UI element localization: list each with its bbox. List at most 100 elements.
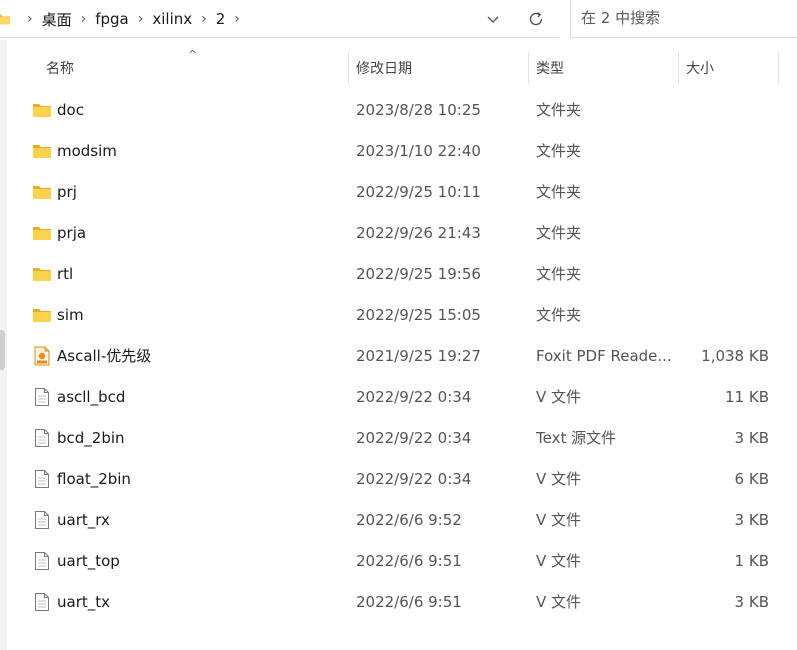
folder-icon — [0, 14, 10, 25]
file-date: 2022/9/25 10:11 — [356, 182, 481, 201]
folder-icon — [33, 185, 51, 199]
file-date: 2021/9/25 19:27 — [356, 346, 481, 365]
file-name: modsim — [57, 141, 117, 160]
column-divider[interactable] — [528, 52, 529, 84]
file-type: Text 源文件 — [536, 429, 617, 447]
breadcrumb-separator: › — [80, 11, 87, 27]
file-size: 11 KB — [725, 387, 769, 406]
file-date: 2022/9/25 15:05 — [356, 305, 481, 324]
file-type: V 文件 — [536, 470, 582, 488]
breadcrumb-separator: › — [27, 11, 33, 27]
file-row[interactable]: bcd_2bin 2022/9/22 0:34 Text 源文件 3 KB — [0, 417, 797, 458]
address-dropdown-button[interactable] — [479, 6, 507, 32]
file-name: ascll_bcd — [57, 387, 126, 406]
file-name: sim — [57, 305, 84, 324]
folder-icon — [33, 267, 51, 281]
top-bar: › 桌面 › fpga › xilinx › 2 › — [0, 0, 797, 40]
file-row[interactable]: uart_top 2022/6/6 9:51 V 文件 1 KB — [0, 540, 797, 581]
file-row[interactable]: uart_tx 2022/6/6 9:51 V 文件 3 KB — [0, 581, 797, 622]
file-name: uart_top — [57, 551, 120, 570]
file-size — [679, 253, 769, 294]
file-type: 文件夹 — [536, 142, 582, 160]
file-size: 3 KB — [734, 428, 769, 447]
file-row[interactable]: sim 2022/9/25 15:05 文件夹 — [0, 294, 797, 335]
file-type: V 文件 — [536, 511, 582, 529]
folder-icon — [33, 103, 51, 117]
column-header-row: ^ 名称 修改日期 类型 大小 — [7, 48, 797, 88]
file-size — [679, 294, 769, 335]
file-icon — [35, 592, 49, 611]
file-row[interactable]: ascll_bcd 2022/9/22 0:34 V 文件 11 KB — [0, 376, 797, 417]
file-size: 3 KB — [734, 592, 769, 611]
file-name: uart_tx — [57, 592, 111, 611]
file-size — [679, 130, 769, 171]
file-type: Foxit PDF Reade... — [536, 346, 672, 365]
folder-icon — [33, 144, 51, 158]
breadcrumb-item-fpga[interactable]: fpga — [95, 10, 129, 28]
file-type: 文件夹 — [536, 224, 582, 242]
file-date: 2022/6/6 9:51 — [356, 551, 462, 570]
chevron-down-icon — [487, 16, 499, 23]
breadcrumb-item-xilinx[interactable]: xilinx — [152, 10, 192, 28]
column-header-name[interactable]: 名称 — [40, 48, 348, 88]
file-icon — [35, 428, 49, 447]
file-date: 2022/9/25 19:56 — [356, 264, 481, 283]
file-name: prja — [57, 223, 87, 242]
file-type: V 文件 — [536, 552, 582, 570]
file-size: 1 KB — [734, 551, 769, 570]
file-date: 2022/6/6 9:52 — [356, 510, 462, 529]
column-header-size[interactable]: 大小 — [680, 48, 778, 88]
file-name: doc — [57, 100, 84, 119]
file-row[interactable]: rtl 2022/9/25 19:56 文件夹 — [0, 253, 797, 294]
column-header-date[interactable]: 修改日期 — [350, 48, 528, 88]
folder-icon — [33, 226, 51, 240]
file-row[interactable]: Ascall-优先级 2021/9/25 19:27 Foxit PDF Rea… — [0, 335, 797, 376]
file-type: 文件夹 — [536, 183, 582, 201]
pdf-file-icon — [34, 346, 50, 365]
refresh-button[interactable] — [522, 6, 550, 32]
refresh-icon — [529, 11, 543, 26]
breadcrumb-item-2[interactable]: 2 — [216, 10, 226, 28]
breadcrumb: › 桌面 › fpga › xilinx › 2 › — [0, 0, 249, 38]
file-size — [679, 171, 769, 212]
breadcrumb-item-desktop[interactable]: 桌面 — [42, 9, 72, 30]
file-size — [679, 212, 769, 253]
file-date: 2022/9/22 0:34 — [356, 428, 472, 447]
file-name: bcd_2bin — [57, 428, 125, 447]
file-date: 2022/9/22 0:34 — [356, 387, 472, 406]
column-divider[interactable] — [778, 52, 779, 84]
file-icon — [35, 551, 49, 570]
file-date: 2023/8/28 10:25 — [356, 100, 481, 119]
file-name: uart_rx — [57, 510, 110, 529]
column-divider[interactable] — [348, 52, 349, 84]
file-row[interactable]: float_2bin 2022/9/22 0:34 V 文件 6 KB — [0, 458, 797, 499]
file-date: 2022/9/22 0:34 — [356, 469, 472, 488]
file-row[interactable]: uart_rx 2022/6/6 9:52 V 文件 3 KB — [0, 499, 797, 540]
file-icon — [35, 387, 49, 406]
file-size: 3 KB — [734, 510, 769, 529]
search-input[interactable] — [571, 0, 781, 36]
file-icon — [35, 469, 49, 488]
file-row[interactable]: modsim 2023/1/10 22:40 文件夹 — [0, 130, 797, 171]
file-row[interactable]: prj 2022/9/25 10:11 文件夹 — [0, 171, 797, 212]
file-icon — [35, 510, 49, 529]
file-date: 2022/6/6 9:51 — [356, 592, 462, 611]
file-name: Ascall-优先级 — [57, 347, 152, 365]
file-size: 6 KB — [734, 469, 769, 488]
address-bar[interactable]: › 桌面 › fpga › xilinx › 2 › — [0, 0, 559, 38]
file-date: 2023/1/10 22:40 — [356, 141, 481, 160]
file-row[interactable]: prja 2022/9/26 21:43 文件夹 — [0, 212, 797, 253]
file-row[interactable]: doc 2023/8/28 10:25 文件夹 — [0, 89, 797, 130]
column-header-type[interactable]: 类型 — [530, 48, 678, 88]
breadcrumb-separator[interactable]: › — [234, 11, 240, 27]
search-box[interactable] — [570, 0, 797, 38]
file-name: prj — [57, 182, 77, 201]
file-size — [679, 89, 769, 130]
folder-icon — [33, 308, 51, 322]
breadcrumb-separator: › — [201, 11, 207, 27]
file-type: 文件夹 — [536, 265, 582, 283]
file-type: V 文件 — [536, 388, 582, 406]
column-divider[interactable] — [678, 52, 679, 84]
file-name: rtl — [57, 264, 74, 283]
breadcrumb-separator: › — [137, 11, 144, 27]
